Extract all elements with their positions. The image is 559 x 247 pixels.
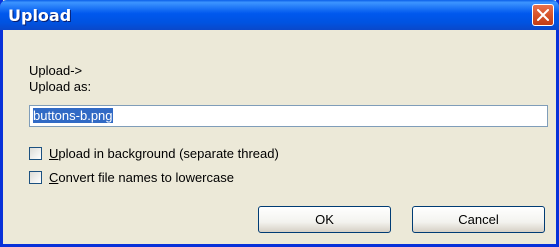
label-text: onvert file names to lowercase — [58, 170, 234, 185]
lowercase-label[interactable]: Convert file names to lowercase — [49, 170, 234, 185]
accelerator-key: U — [49, 146, 59, 161]
lowercase-checkbox[interactable] — [29, 171, 42, 184]
filename-input[interactable]: buttons-b.png — [29, 105, 548, 127]
window-title: Upload — [8, 6, 72, 25]
close-button[interactable] — [532, 4, 554, 26]
title-bar[interactable]: Upload — [0, 0, 559, 30]
ok-button[interactable]: OK — [258, 206, 391, 233]
background-upload-checkbox[interactable] — [29, 147, 42, 160]
cancel-button[interactable]: Cancel — [412, 206, 545, 233]
label-text: pload in background (separate thread) — [58, 146, 279, 161]
upload-target-label: Upload-> — [29, 63, 83, 78]
filename-value: buttons-b.png — [33, 108, 113, 123]
upload-as-label: Upload as: — [29, 79, 92, 94]
accelerator-key: C — [49, 170, 59, 185]
background-upload-label[interactable]: Upload in background (separate thread) — [49, 146, 279, 161]
upload-dialog: Upload Upload-> Upload as: buttons-b.png… — [0, 0, 559, 247]
close-icon — [537, 9, 549, 21]
